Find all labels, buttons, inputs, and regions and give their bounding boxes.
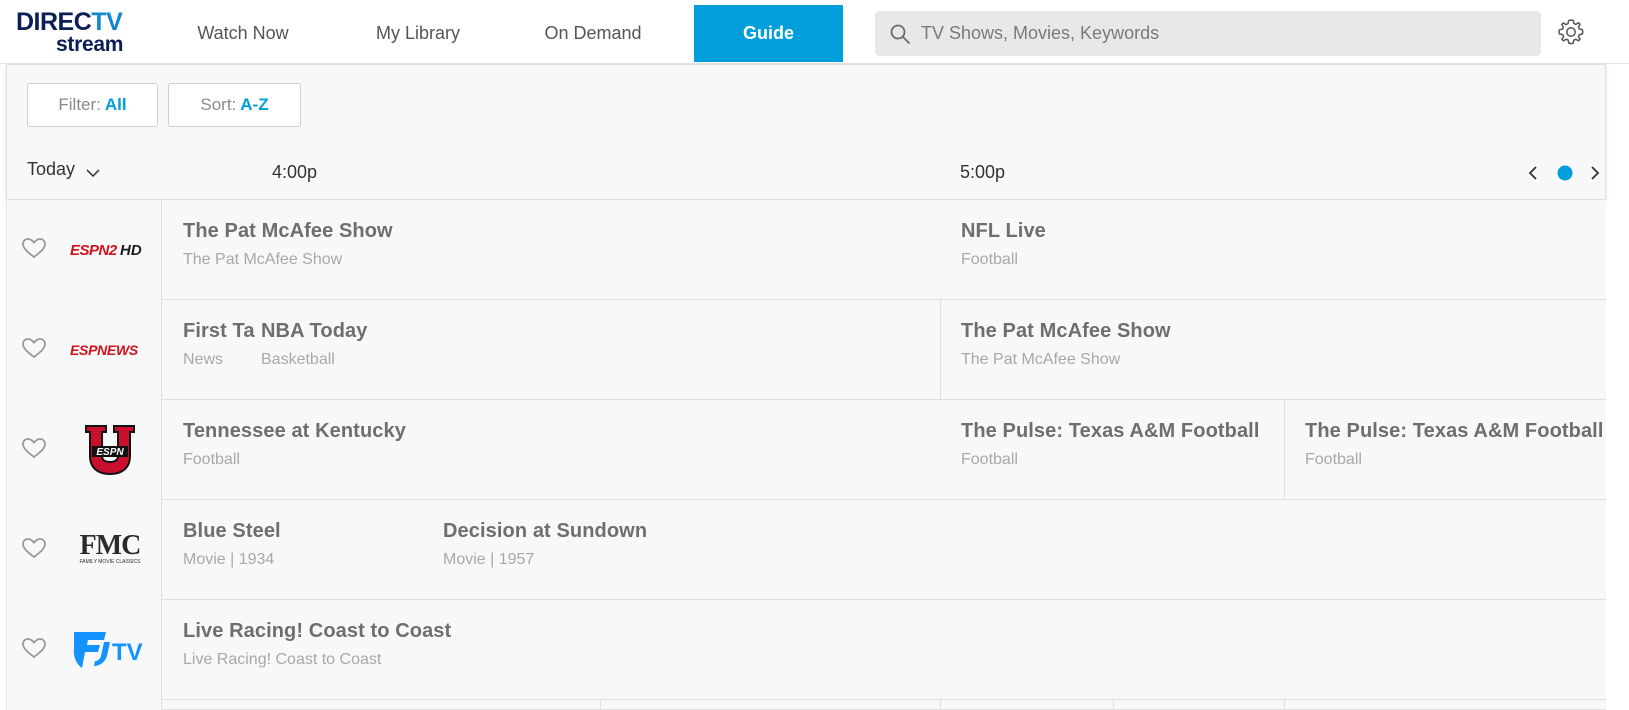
logo-direct-text: DIREC — [16, 8, 92, 36]
program-cell[interactable]: Decision at Sundown Movie | 1957 — [423, 500, 1606, 600]
channel-row: TV Live Racing! Coast to Coast Live Raci… — [6, 600, 1606, 700]
chevron-down-icon — [86, 168, 100, 177]
filter-button[interactable]: Filter: All — [27, 83, 158, 127]
time-slot-label: 5:00p — [960, 162, 1006, 182]
program-subtitle: Football — [961, 251, 1018, 268]
program-title: The Pat McAfee Show — [961, 320, 1171, 342]
program-title: Tennessee at Kentucky — [183, 420, 406, 442]
logo-tv-text: TV — [91, 8, 123, 36]
channel-cell: ESPN — [6, 400, 162, 500]
program-cell[interactable]: The Pat McAfee Show The Pat McAfee Show — [940, 300, 1606, 400]
channel-row: ESPN2 HD The Pat McAfee Show The Pat McA… — [6, 200, 1606, 300]
channel-row: ESPN Tennessee at Kentucky Football The … — [6, 400, 1606, 500]
day-label: Today — [27, 159, 76, 179]
espnu-logo-text: ESPN — [96, 447, 124, 458]
program-cell[interactable]: First Ta News — [163, 300, 255, 400]
program-cell[interactable]: Blue Steel Movie | 1934 — [163, 500, 423, 600]
program-title: NFL Live — [961, 220, 1046, 242]
heart-icon[interactable] — [21, 336, 47, 360]
program-title: First Ta — [183, 320, 255, 342]
fanduel-tv-logo: TV — [73, 632, 143, 668]
sort-label: Sort: — [200, 95, 237, 114]
logo-stream-text: stream — [56, 33, 124, 56]
heart-icon[interactable] — [21, 636, 47, 660]
directv-stream-logo[interactable]: DIRECTV stream — [16, 10, 144, 56]
heart-icon[interactable] — [21, 236, 47, 260]
gear-icon[interactable] — [1556, 17, 1586, 47]
time-slot-label: 4:00p — [272, 162, 318, 182]
program-cell[interactable]: The Pat McAfee Show The Pat McAfee Show — [163, 200, 940, 300]
guide-controls-panel: Filter: All Sort: A-Z Today 4:00p 5:00p — [6, 64, 1606, 200]
chevron-left-icon[interactable] — [1522, 161, 1544, 185]
program-cell[interactable]: The Pulse: Texas A&M Football Football — [941, 400, 1284, 500]
program-cell[interactable]: NFL Live Football — [941, 200, 1606, 300]
program-title: NBA Today — [261, 320, 368, 342]
espnu-logo: ESPN — [85, 425, 135, 476]
heart-icon[interactable] — [21, 536, 47, 560]
filter-label: Filter: — [58, 95, 101, 114]
program-subtitle: Football — [183, 451, 240, 468]
program-subtitle: Movie | 1957 — [443, 551, 535, 568]
program-title: The Pulse: Texas A&M Football — [1305, 420, 1604, 442]
day-selector[interactable]: Today — [27, 159, 101, 180]
program-title: The Pulse: Texas A&M Football — [961, 420, 1260, 442]
tab-guide[interactable]: Guide — [694, 5, 843, 62]
channel-logo-fanduel-tv[interactable]: TV — [65, 620, 155, 680]
channel-cell: ESPN2 HD — [6, 200, 162, 300]
espnews-logo: ESPNEWS — [70, 342, 139, 358]
program-subtitle: Basketball — [261, 351, 335, 368]
fmc-logo-subtext: FAMILY MOVIE CLASSICS — [80, 559, 142, 565]
heart-icon[interactable] — [21, 436, 47, 460]
channel-logo-espnews[interactable]: ESPNEWS — [65, 320, 155, 380]
filter-value: All — [104, 95, 127, 114]
channel-logo-espn2hd[interactable]: ESPN2 HD — [65, 220, 155, 280]
search-input[interactable] — [921, 23, 1521, 44]
espn2hd-logo: ESPN2 HD — [70, 242, 142, 259]
program-subtitle: Football — [961, 451, 1018, 468]
fmc-logo-text: FMC — [80, 530, 141, 561]
logo-wordmark: DIRECTV — [16, 10, 144, 35]
program-title: Decision at Sundown — [443, 520, 648, 542]
program-cell[interactable]: Tennessee at Kentucky Football — [163, 400, 940, 500]
tab-watch-now[interactable]: Watch Now — [168, 5, 318, 62]
program-title: Live Racing! Coast to Coast — [183, 620, 452, 642]
search-icon — [890, 24, 910, 44]
program-subtitle: News — [183, 351, 224, 368]
chevron-right-icon[interactable] — [1584, 161, 1606, 185]
fanduel-tv-logo-text: TV — [112, 639, 143, 666]
now-indicator-dot[interactable] — [1553, 161, 1577, 185]
guide-grid: ESPN2 HD The Pat McAfee Show The Pat McA… — [6, 200, 1606, 710]
espn2-logo-text: ESPN2 — [70, 242, 118, 259]
espnews-logo-text: ESPNEWS — [70, 342, 139, 358]
channel-row: FMC FAMILY MOVIE CLASSICS Blue Steel Mov… — [6, 500, 1606, 600]
program-cell[interactable]: The Pulse: Texas A&M Football Football — [1284, 400, 1606, 500]
tab-my-library[interactable]: My Library — [343, 5, 493, 62]
program-subtitle: The Pat McAfee Show — [183, 251, 343, 268]
program-cell[interactable]: NBA Today Basketball — [251, 300, 939, 400]
search-bar[interactable] — [875, 11, 1541, 56]
program-subtitle: Football — [1305, 451, 1362, 468]
fmc-logo: FMC FAMILY MOVIE CLASSICS — [80, 530, 142, 565]
channel-cell: TV — [6, 600, 162, 700]
top-navigation-bar: DIRECTV stream Watch Now My Library On D… — [0, 0, 1629, 64]
channel-logo-fmc[interactable]: FMC FAMILY MOVIE CLASSICS — [65, 520, 155, 580]
program-subtitle: Live Racing! Coast to Coast — [183, 651, 382, 668]
sort-button[interactable]: Sort: A-Z — [168, 83, 301, 127]
channel-cell: ESPNEWS — [6, 300, 162, 400]
program-cell[interactable]: Live Racing! Coast to Coast Live Racing!… — [163, 600, 1606, 700]
channel-cell: FMC FAMILY MOVIE CLASSICS — [6, 500, 162, 600]
program-subtitle: The Pat McAfee Show — [961, 351, 1121, 368]
channel-logo-espnu[interactable]: ESPN — [65, 420, 155, 480]
channel-row: ESPNEWS First Ta News NBA Today Basketba… — [6, 300, 1606, 400]
sort-value: A-Z — [240, 95, 269, 114]
program-title: Blue Steel — [183, 520, 281, 542]
program-title: The Pat McAfee Show — [183, 220, 393, 242]
tab-on-demand[interactable]: On Demand — [518, 5, 668, 62]
program-subtitle: Movie | 1934 — [183, 551, 275, 568]
hd-logo-text: HD — [120, 242, 142, 259]
